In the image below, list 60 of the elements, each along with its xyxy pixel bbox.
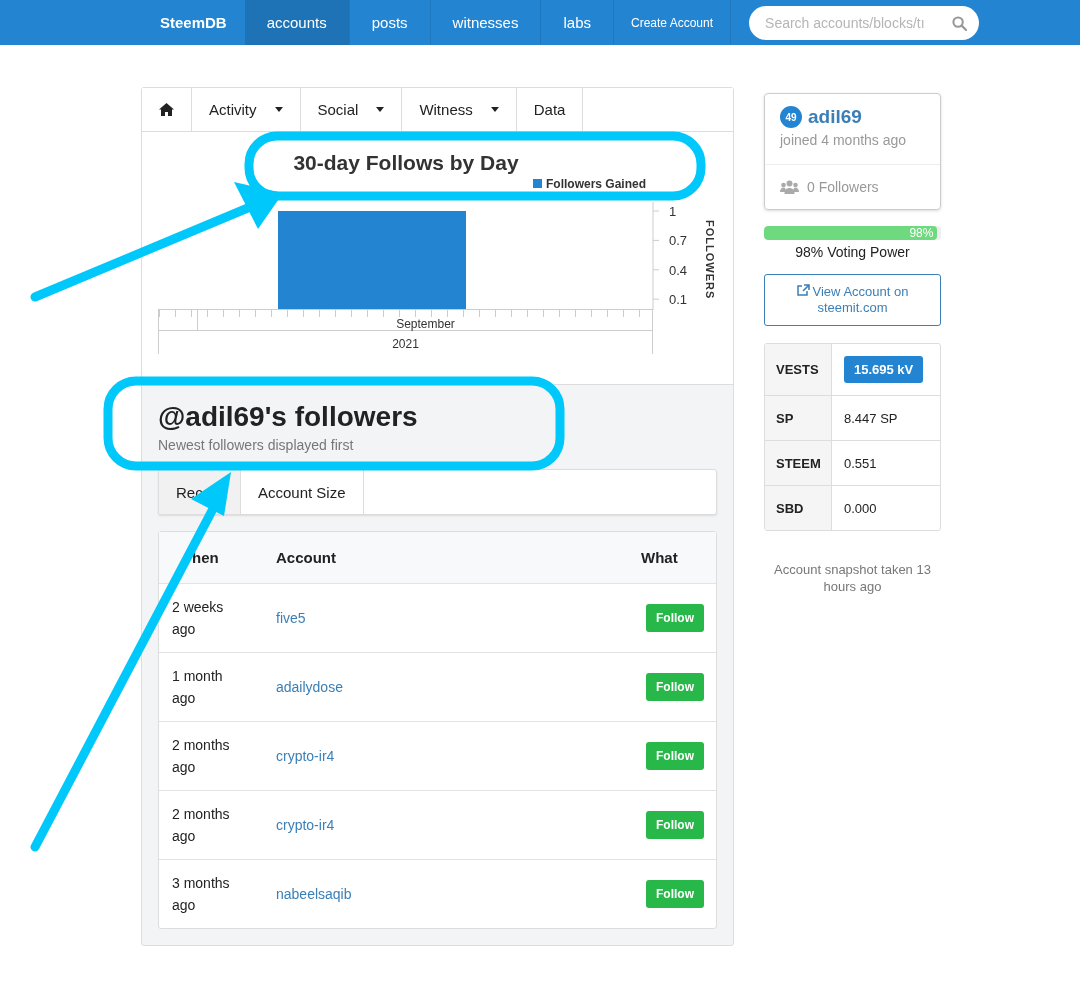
account-link[interactable]: crypto-ir4 <box>263 748 335 764</box>
follow-button[interactable]: Follow <box>646 604 704 632</box>
when-cell-text: 3 months ago <box>171 874 231 915</box>
brand-logo[interactable]: SteemDB <box>142 0 245 45</box>
when-cell-text: 2 months ago <box>171 736 231 777</box>
search-field[interactable]: Search accounts/blocks/tı <box>749 5 980 40</box>
nav-tab[interactable]: witnesses <box>430 0 542 45</box>
column-header: Account <box>276 549 336 566</box>
nav-tab[interactable]: labs <box>541 0 614 45</box>
account-link[interactable]: crypto-ir4 <box>263 817 335 833</box>
voting-power-fill: 98% <box>764 226 938 240</box>
account-link[interactable]: nabeelsaqib <box>263 886 352 902</box>
chart-legend: Followers Gained <box>533 177 647 191</box>
follow-button[interactable]: Follow <box>646 742 704 770</box>
when-cell-text: 1 month ago <box>171 667 224 708</box>
account-link[interactable]: adailydose <box>263 679 343 695</box>
stat-label: SP <box>765 396 832 440</box>
when-cell-text: 2 weeks ago <box>171 598 225 639</box>
y-tick-label: 0.7 <box>669 233 688 249</box>
home-icon <box>159 103 174 116</box>
y-tick-label: 1 <box>669 204 677 219</box>
x-axis-label: 2021 <box>392 337 419 351</box>
search-icon[interactable] <box>952 15 968 31</box>
account-link[interactable]: five5 <box>263 610 306 626</box>
chart-title: 30-day Follows by Day <box>293 151 519 174</box>
view-account-button[interactable]: View Account on steemit.com <box>764 274 941 326</box>
stat-label: SBD <box>765 486 832 530</box>
nav-tab[interactable]: Create Account <box>614 0 732 45</box>
username[interactable]: adil69 <box>808 106 862 128</box>
x-tick-label: September <box>396 317 455 331</box>
followers-heading: @adil69's followers <box>158 401 419 433</box>
y-axis-label: FOLLOWERS <box>704 220 716 300</box>
stat-label: VESTS <box>765 344 832 395</box>
stat-value: 0.000 <box>844 500 877 516</box>
column-header: What <box>641 549 678 566</box>
followers-subtitle: Newest followers displayed first <box>158 437 355 453</box>
y-tick-label: 0.1 <box>669 292 688 308</box>
nav-tab[interactable]: accounts <box>244 0 350 45</box>
y-tick-label: 0.4 <box>669 262 688 278</box>
external-link-icon <box>796 284 810 296</box>
stat-value: 0.551 <box>844 455 877 471</box>
stat-label: STEEM <box>765 441 832 485</box>
follow-button[interactable]: Follow <box>646 811 704 839</box>
caret-icon <box>490 107 499 112</box>
voting-power-label: 98% Voting Power <box>794 244 911 260</box>
column-header: hen <box>192 549 219 566</box>
caret-icon <box>376 107 385 112</box>
when-cell-text: 2 months ago <box>171 805 231 846</box>
stat-value-badge: 15.695 kV <box>844 356 924 383</box>
follow-button[interactable]: Follow <box>646 880 704 908</box>
follow-button[interactable]: Follow <box>646 673 704 701</box>
users-icon <box>780 180 799 194</box>
snapshot-note: Account snapshot taken 13 hours ago <box>773 561 932 595</box>
stat-value: 8.447 SP <box>844 410 898 426</box>
tab[interactable]: Account Size <box>241 470 364 514</box>
reputation-badge: 49 <box>780 106 802 128</box>
caret-icon <box>274 107 283 112</box>
followers-count: 0 Followers <box>807 179 879 195</box>
joined-text: joined 4 months ago <box>780 132 908 148</box>
nav-tab[interactable]: posts <box>349 0 431 45</box>
